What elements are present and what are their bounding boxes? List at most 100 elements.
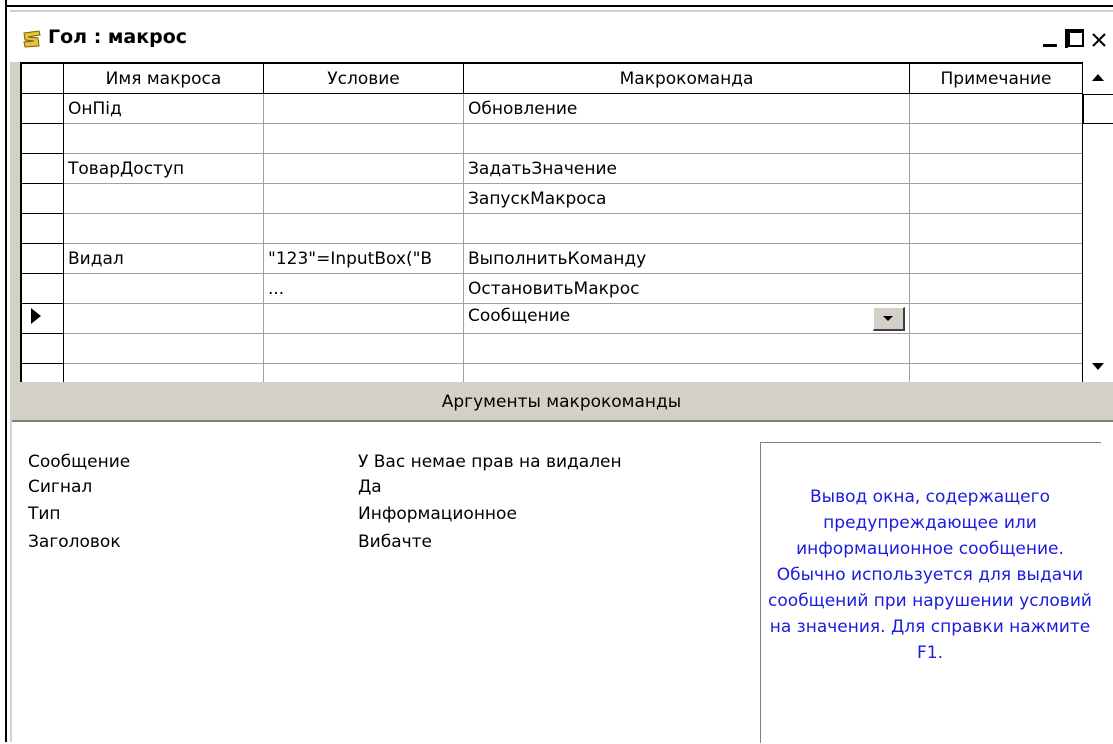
cell-note[interactable]: [909, 273, 1083, 304]
arg-value-title[interactable]: Вибачте: [358, 532, 678, 552]
cell-condition[interactable]: [263, 93, 464, 124]
table-row[interactable]: Сообщение: [21, 303, 1083, 334]
cell-condition[interactable]: "123"=InputBox("В: [263, 243, 464, 274]
current-row-pointer-icon: [31, 308, 41, 324]
cell-macro-name[interactable]: Видал: [63, 243, 264, 274]
macro-icon: [23, 30, 41, 48]
arg-value-message[interactable]: У Вас немае прав на видален: [358, 452, 678, 472]
cell-condition[interactable]: [263, 153, 464, 184]
cell-action-text: Сообщение: [468, 306, 571, 326]
cell-action-text: ЗадатьЗначение: [468, 158, 617, 179]
column-header-action[interactable]: Макрокоманда: [463, 63, 910, 94]
scroll-down-icon[interactable]: [1083, 352, 1113, 382]
row-selector[interactable]: [21, 183, 64, 214]
table-row[interactable]: [21, 363, 1083, 383]
row-selector[interactable]: [21, 153, 64, 184]
cell-macro-name[interactable]: [63, 213, 264, 244]
outer-frame-left: [5, 0, 7, 742]
cell-macro-name[interactable]: [63, 123, 264, 154]
cell-note[interactable]: [909, 363, 1083, 383]
column-header-note[interactable]: Примечание: [909, 63, 1083, 94]
cell-note[interactable]: [909, 183, 1083, 214]
cell-note[interactable]: [909, 123, 1083, 154]
cell-action[interactable]: Обновление: [463, 93, 910, 124]
cell-note[interactable]: [909, 303, 1083, 334]
cell-macro-name[interactable]: ТоварДоступ: [63, 153, 264, 184]
cell-note[interactable]: [909, 243, 1083, 274]
minimize-icon[interactable]: [1040, 26, 1062, 50]
window-title: Гол : макрос: [48, 26, 188, 48]
scroll-thumb[interactable]: [1083, 94, 1113, 124]
cell-action[interactable]: Сообщение: [463, 303, 910, 334]
arg-label-title: Заголовок: [28, 532, 121, 552]
arg-label-beep: Сигнал: [28, 477, 93, 497]
cell-action[interactable]: [463, 333, 910, 364]
cell-macro-name[interactable]: ОнПід: [63, 93, 264, 124]
row-selector[interactable]: [21, 243, 64, 274]
cell-action[interactable]: ВыполнитьКоманду: [463, 243, 910, 274]
cell-action-text: ОстановитьМакрос: [468, 278, 640, 299]
cell-condition[interactable]: [263, 123, 464, 154]
cell-note[interactable]: [909, 213, 1083, 244]
table-row[interactable]: ТоварДоступ ЗадатьЗначение: [21, 153, 1083, 184]
cell-action[interactable]: ЗадатьЗначение: [463, 153, 910, 184]
cell-action-text: Обновление: [468, 98, 578, 119]
cell-condition[interactable]: ...: [263, 273, 464, 304]
cell-macro-name[interactable]: [63, 183, 264, 214]
chevron-down-icon: [883, 316, 893, 321]
cell-macro-name-text: ТоварДоступ: [68, 158, 185, 179]
table-header-row: Имя макроса Условие Макрокоманда Примеча…: [21, 63, 1083, 94]
cell-note[interactable]: [909, 153, 1083, 184]
cell-macro-name[interactable]: [63, 333, 264, 364]
row-selector[interactable]: [21, 213, 64, 244]
table-row[interactable]: ... ОстановитьМакрос: [21, 273, 1083, 304]
arg-value-type[interactable]: Информационное: [358, 504, 678, 524]
cell-action[interactable]: [463, 363, 910, 383]
cell-condition[interactable]: [263, 363, 464, 383]
macro-table: Имя макроса Условие Макрокоманда Примеча…: [21, 63, 1083, 383]
help-text: Вывод окна, содержащего предупреждающее …: [768, 487, 1092, 663]
cell-condition-text: "123"=InputBox("В: [268, 248, 433, 269]
row-selector[interactable]: [21, 273, 64, 304]
outer-frame-top: [5, 5, 1113, 7]
cell-condition[interactable]: [263, 303, 464, 334]
arg-value-beep[interactable]: Да: [358, 477, 678, 497]
row-selector[interactable]: [21, 333, 64, 364]
arg-label-type: Тип: [28, 504, 61, 524]
arg-label-message: Сообщение: [28, 452, 131, 472]
table-row[interactable]: [21, 333, 1083, 364]
row-selector[interactable]: [21, 123, 64, 154]
cell-macro-name[interactable]: [63, 303, 264, 334]
cell-action[interactable]: ЗапускМакроса: [463, 183, 910, 214]
row-selector[interactable]: [21, 303, 64, 334]
close-icon[interactable]: [1088, 26, 1110, 50]
cell-action[interactable]: [463, 213, 910, 244]
macro-grid: Имя макроса Условие Макрокоманда Примеча…: [20, 62, 1113, 384]
header-selector[interactable]: [21, 63, 64, 94]
vertical-scrollbar[interactable]: [1082, 62, 1113, 382]
cell-macro-name-text: ОнПід: [68, 98, 122, 119]
table-row[interactable]: Видал "123"=InputBox("В ВыполнитьКоманду: [21, 243, 1083, 274]
cell-macro-name[interactable]: [63, 363, 264, 383]
scroll-up-icon[interactable]: [1083, 62, 1113, 92]
cell-action[interactable]: [463, 123, 910, 154]
cell-condition[interactable]: [263, 333, 464, 364]
table-row[interactable]: ЗапускМакроса: [21, 183, 1083, 214]
table-row[interactable]: ОнПід Обновление: [21, 93, 1083, 124]
cell-action-text: ЗапускМакроса: [468, 188, 607, 209]
table-row[interactable]: [21, 123, 1083, 154]
action-dropdown-button[interactable]: [873, 307, 905, 331]
column-header-name[interactable]: Имя макроса: [63, 63, 264, 94]
cell-macro-name-text: Видал: [68, 248, 124, 269]
cell-condition[interactable]: [263, 183, 464, 214]
cell-note[interactable]: [909, 333, 1083, 364]
cell-note[interactable]: [909, 93, 1083, 124]
cell-condition[interactable]: [263, 213, 464, 244]
row-selector[interactable]: [21, 93, 64, 124]
cell-action[interactable]: ОстановитьМакрос: [463, 273, 910, 304]
row-selector[interactable]: [21, 363, 64, 383]
column-header-condition[interactable]: Условие: [263, 63, 464, 94]
maximize-icon[interactable]: [1064, 26, 1086, 50]
cell-macro-name[interactable]: [63, 273, 264, 304]
table-row[interactable]: [21, 213, 1083, 244]
